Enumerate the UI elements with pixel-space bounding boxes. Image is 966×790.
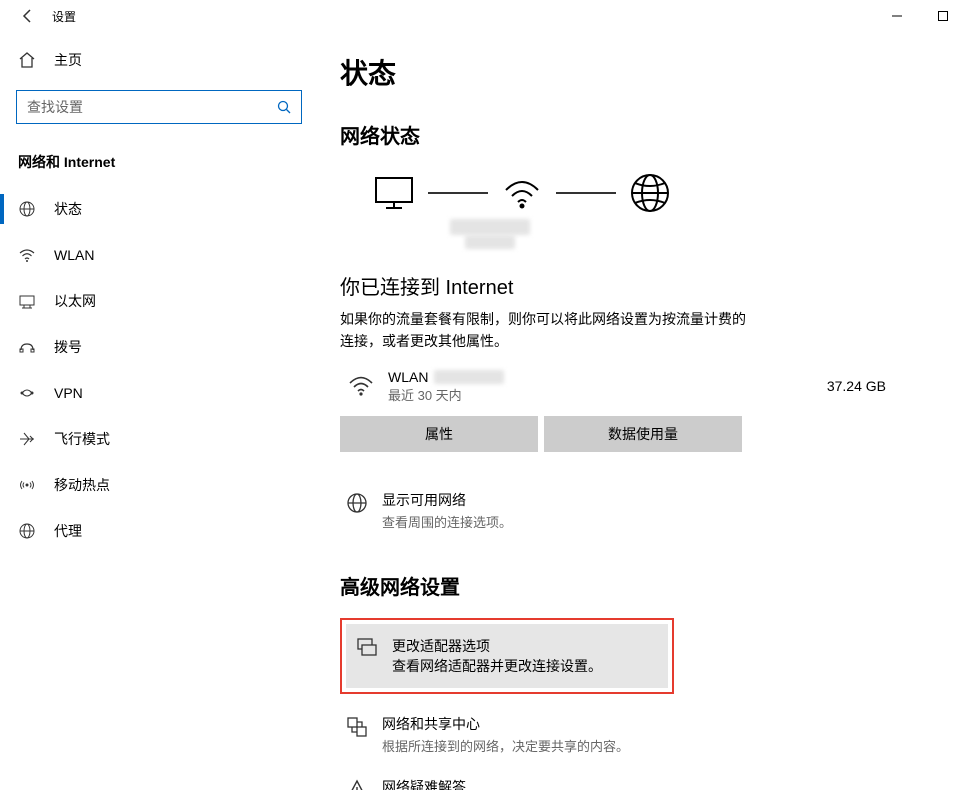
wlan-connection-row: WLAN xxxx 最近 30 天内 37.24 GB	[340, 369, 926, 404]
sidebar-item-proxy[interactable]: 代理	[0, 508, 310, 554]
sharing-icon	[346, 714, 368, 738]
sidebar-item-label: 代理	[54, 521, 82, 541]
sidebar-item-label: 飞行模式	[54, 429, 110, 449]
home-icon	[18, 51, 36, 69]
option-title: 显示可用网络	[382, 490, 512, 510]
search-input[interactable]	[27, 99, 277, 115]
page-title: 状态	[340, 52, 926, 92]
data-usage-button[interactable]: 数据使用量	[544, 416, 742, 452]
search-input-wrap[interactable]	[16, 90, 302, 124]
back-button[interactable]	[8, 8, 48, 24]
wifi-icon	[18, 246, 36, 264]
sidebar-item-label: 状态	[54, 199, 82, 219]
wlan-name: WLAN	[388, 369, 428, 385]
network-diagram	[340, 165, 926, 219]
minimize-button[interactable]	[874, 0, 920, 32]
adapter-icon	[356, 636, 378, 658]
wlan-ssid-redacted: xxxx	[434, 370, 504, 384]
sidebar-item-ethernet[interactable]: 以太网	[0, 278, 310, 324]
highlighted-adapter-option: 更改适配器选项 查看网络适配器并更改连接设置。	[340, 618, 674, 694]
network-status-heading: 网络状态	[340, 120, 926, 149]
sidebar-item-label: VPN	[54, 385, 83, 401]
advanced-heading: 高级网络设置	[340, 571, 926, 600]
globe-icon	[346, 490, 368, 514]
sidebar-item-label: 移动热点	[54, 475, 110, 495]
sidebar-section-label: 网络和 Internet	[0, 134, 310, 186]
wlan-usage: 37.24 GB	[827, 378, 886, 394]
globe-icon	[18, 200, 36, 218]
connected-desc: 如果你的流量套餐有限制，则你可以将此网络设置为按流量计费的连接，或者更改其他属性…	[340, 308, 750, 353]
sidebar-item-label: WLAN	[54, 247, 94, 263]
home-label: 主页	[54, 50, 82, 70]
connected-title: 你已连接到 Internet	[340, 271, 926, 300]
option-title: 网络和共享中心	[382, 714, 629, 734]
network-sharing-center[interactable]: 网络和共享中心 根据所连接到的网络，决定要共享的内容。	[340, 704, 926, 765]
sidebar-item-label: 以太网	[54, 291, 96, 311]
computer-icon	[364, 174, 424, 212]
sidebar: 主页 网络和 Internet 状态 WLAN	[0, 32, 310, 790]
warning-icon	[346, 777, 368, 790]
hotspot-icon	[18, 476, 36, 494]
sidebar-item-status[interactable]: 状态	[0, 186, 310, 232]
diagram-label: xxxxxx 公用	[340, 219, 640, 253]
titlebar: 设置	[0, 0, 966, 32]
sidebar-item-vpn[interactable]: VPN	[0, 370, 310, 416]
wlan-period: 最近 30 天内	[388, 385, 813, 404]
window-controls	[874, 0, 966, 32]
properties-button[interactable]: 属性	[340, 416, 538, 452]
sidebar-item-hotspot[interactable]: 移动热点	[0, 462, 310, 508]
globe-icon	[620, 171, 680, 215]
option-desc: 查看周围的连接选项。	[382, 512, 512, 531]
option-title: 网络疑难解答	[382, 777, 512, 790]
option-desc: 根据所连接到的网络，决定要共享的内容。	[382, 736, 629, 755]
sidebar-item-label: 拨号	[54, 337, 82, 357]
search-icon	[277, 100, 291, 114]
sidebar-item-airplane[interactable]: 飞行模式	[0, 416, 310, 462]
sidebar-item-dialup[interactable]: 拨号	[0, 324, 310, 370]
vpn-icon	[18, 384, 36, 402]
sidebar-item-wlan[interactable]: WLAN	[0, 232, 310, 278]
airplane-icon	[18, 430, 36, 448]
maximize-button[interactable]	[920, 0, 966, 32]
network-troubleshoot[interactable]: 网络疑难解答 诊断并解决网络问题。	[340, 767, 926, 790]
option-desc: 查看网络适配器并更改连接设置。	[392, 656, 602, 676]
show-available-networks[interactable]: 显示可用网络 查看周围的连接选项。	[340, 480, 926, 541]
wifi-icon	[492, 174, 552, 212]
wifi-icon	[348, 374, 374, 398]
globe-icon	[18, 522, 36, 540]
option-title: 更改适配器选项	[392, 636, 602, 656]
home-button[interactable]: 主页	[0, 40, 310, 80]
dialup-icon	[18, 338, 36, 356]
change-adapter-options[interactable]: 更改适配器选项 查看网络适配器并更改连接设置。	[346, 624, 668, 688]
main-content: 状态 网络状态 xxxxxx 公用 你已连接到 Internet 如果你的流量套…	[310, 32, 966, 790]
ethernet-icon	[18, 292, 36, 310]
window-title: 设置	[52, 8, 76, 25]
